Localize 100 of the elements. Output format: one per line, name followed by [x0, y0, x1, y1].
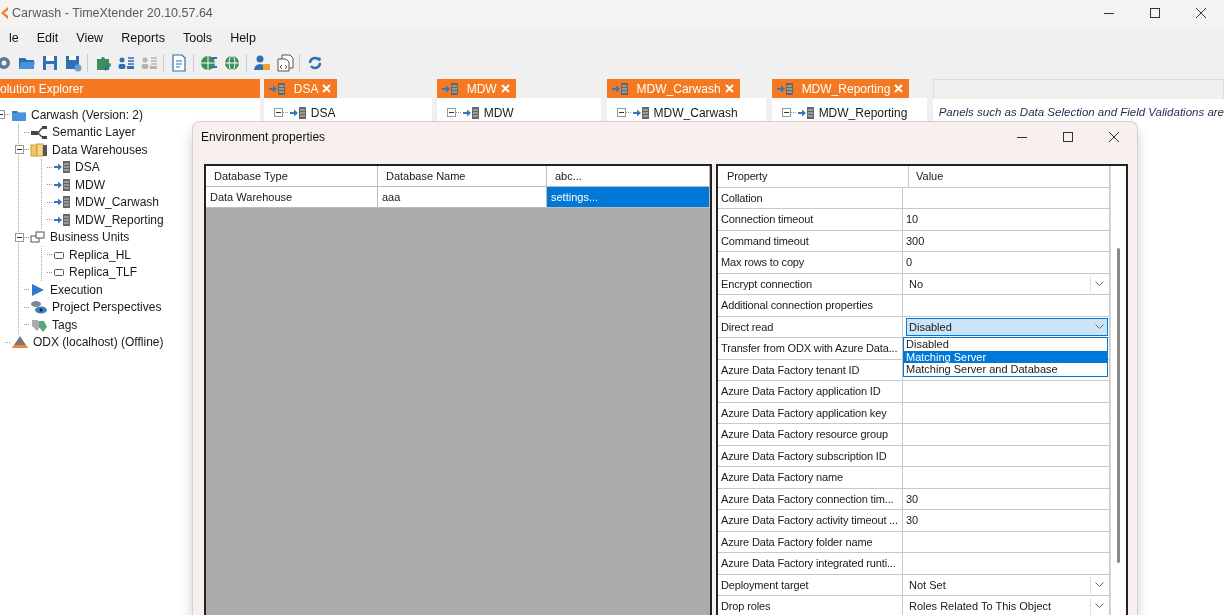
property-name: Azure Data Factory application key — [718, 402, 903, 423]
property-name: Azure Data Factory resource group — [718, 424, 903, 445]
menu-item[interactable]: Reports — [112, 31, 174, 45]
dropdown-field[interactable]: Roles Related To This Object — [906, 597, 1108, 615]
globe-sync-icon[interactable] — [199, 54, 218, 72]
menu-item[interactable]: Edit — [27, 31, 68, 45]
maximize-button[interactable] — [1149, 7, 1161, 19]
tree-item[interactable]: Data Warehouses — [52, 142, 148, 157]
collapse-box-icon[interactable] — [616, 108, 626, 118]
close-icon[interactable] — [322, 84, 332, 93]
close-button[interactable] — [1195, 7, 1207, 19]
play-icon — [30, 282, 46, 297]
table-cell[interactable]: Data Warehouse — [206, 187, 378, 208]
property-name: Azure Data Factory integrated runti... — [718, 553, 903, 574]
close-icon[interactable] — [894, 84, 904, 93]
chevron-icon[interactable] — [1094, 581, 1104, 588]
tree-item[interactable]: ODX (localhost) (Offline) — [33, 335, 164, 350]
property-value[interactable]: 30 — [906, 492, 919, 505]
menu-item[interactable]: View — [67, 31, 113, 45]
close-icon[interactable] — [500, 84, 510, 93]
users-icon[interactable] — [116, 54, 135, 72]
table-cell[interactable]: settings... — [547, 187, 710, 208]
database-stack-icon — [30, 142, 48, 157]
tree-item[interactable]: Execution — [50, 282, 103, 297]
tree-item[interactable]: Project Perspectives — [52, 300, 162, 315]
property-name: Connection timeout — [718, 209, 903, 230]
tree-item[interactable]: Business Units — [50, 230, 130, 245]
collapse-box-icon[interactable] — [446, 108, 456, 118]
tree-item[interactable]: Tags — [52, 317, 78, 332]
tree-item[interactable]: MDW — [483, 105, 514, 120]
dialog-title: Environment properties — [201, 130, 326, 144]
dropdown-field[interactable]: No — [906, 274, 1108, 293]
menu-item[interactable]: Tools — [173, 31, 222, 45]
tree-item[interactable]: DSA — [310, 105, 336, 120]
property-name: Azure Data Factory application ID — [718, 381, 903, 402]
tree-item[interactable]: Replica_HL — [69, 247, 132, 262]
chevron-icon[interactable] — [1094, 603, 1104, 610]
property-value[interactable]: 300 — [906, 234, 925, 247]
tree-item[interactable]: MDW_Carwash — [75, 195, 159, 210]
tree-item[interactable]: Replica_TLF — [69, 265, 138, 280]
user-lock-icon[interactable] — [252, 54, 271, 72]
globe-icon[interactable] — [222, 54, 241, 72]
collapse-box-icon[interactable] — [15, 232, 24, 242]
server-arrow-icon — [53, 160, 71, 175]
server-arrow-icon — [796, 105, 815, 120]
column-header: Value — [909, 166, 1110, 187]
server-arrow-icon — [775, 81, 794, 96]
property-name: Azure Data Factory name — [718, 467, 903, 488]
table-cell[interactable]: aaa — [378, 187, 547, 208]
tree-item[interactable]: Semantic Layer — [52, 125, 136, 140]
hierarchy-icon — [30, 125, 48, 140]
chevron-icon[interactable] — [1094, 323, 1104, 330]
property-value[interactable]: 10 — [906, 213, 919, 226]
document-icon[interactable] — [169, 54, 188, 72]
tree-item[interactable]: MDW_Reporting — [818, 105, 908, 120]
tree-item[interactable]: Carwash (Version: 2) — [31, 107, 144, 122]
dropdown-option[interactable]: Disabled — [904, 338, 1107, 351]
chevron-icon[interactable] — [1094, 280, 1104, 287]
tree-item[interactable]: MDW_Carwash — [653, 105, 738, 120]
dropdown-option[interactable]: Matching Server — [904, 350, 1107, 363]
server-arrow-icon — [631, 105, 650, 120]
gear-icon[interactable] — [0, 54, 13, 72]
tree-item[interactable]: MDW_Reporting — [75, 212, 164, 227]
close-button[interactable] — [1108, 131, 1120, 143]
property-value[interactable]: 30 — [906, 514, 919, 527]
server-arrow-icon — [288, 105, 307, 120]
server-arrow-icon — [440, 81, 459, 96]
property-name: Command timeout — [718, 230, 903, 251]
collapse-box-icon[interactable] — [273, 108, 283, 118]
close-icon[interactable] — [724, 84, 734, 93]
column-header[interactable]: abc... — [547, 166, 710, 187]
collapse-box-icon[interactable] — [781, 108, 791, 118]
server-arrow-icon — [53, 212, 71, 227]
windows-icon — [30, 230, 46, 245]
collapse-box-icon[interactable] — [15, 145, 24, 155]
column-header[interactable]: Database Name — [378, 166, 547, 187]
property-name: Azure Data Factory tenant ID — [718, 359, 903, 380]
eyes-icon — [30, 300, 48, 315]
window-title: Carwash - TimeXtender 20.10.57.64 — [12, 6, 213, 20]
dropdown-option[interactable]: Matching Server and Database — [904, 363, 1107, 376]
column-header[interactable]: Database Type — [206, 166, 378, 187]
tree-item[interactable]: DSA — [75, 160, 100, 175]
menu-item[interactable]: Help — [221, 31, 265, 45]
save-all-icon[interactable] — [63, 54, 82, 72]
property-value[interactable]: 0 — [906, 256, 913, 269]
server-arrow-icon — [461, 105, 480, 120]
save-icon[interactable] — [40, 54, 59, 72]
code-file-icon[interactable] — [275, 54, 294, 72]
app-logo-icon — [0, 7, 8, 19]
tree-item[interactable]: MDW — [75, 177, 105, 192]
property-name: Azure Data Factory folder name — [718, 531, 903, 552]
dropdown-field[interactable]: Not Set — [906, 575, 1108, 594]
dropdown-field[interactable]: Disabled — [906, 317, 1108, 336]
menu-item[interactable]: le — [0, 31, 28, 45]
property-name: Encrypt connection — [718, 273, 903, 294]
property-name: Direct read — [718, 316, 903, 337]
property-name: Max rows to copy — [718, 252, 903, 273]
maximize-button[interactable] — [1062, 131, 1074, 143]
property-name: Azure Data Factory connection tim... — [718, 488, 903, 509]
server-arrow-icon — [267, 81, 286, 96]
